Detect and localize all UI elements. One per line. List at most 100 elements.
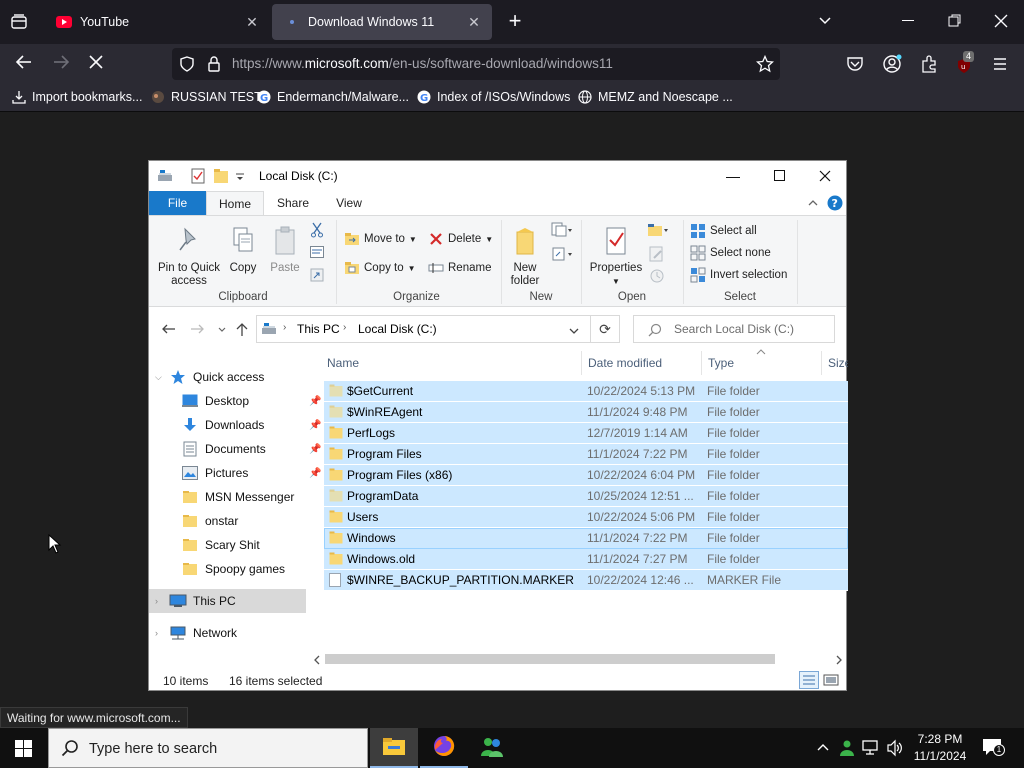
new-tab-button[interactable]: + — [504, 10, 526, 32]
move-to-button[interactable]: Move to ▼ — [344, 231, 417, 247]
file-row[interactable]: Users 10/22/2024 5:06 PM File folder — [324, 507, 848, 528]
invert-selection-button[interactable]: Invert selection — [690, 267, 787, 283]
address-dropdown-icon[interactable] — [569, 325, 579, 339]
url-bar[interactable]: https://www.microsoft.com/en-us/software… — [172, 48, 780, 80]
copy-path-icon[interactable] — [310, 246, 324, 261]
pin-to-quick-access-button[interactable]: Pin to Quick access — [155, 226, 223, 288]
column-header-date-modified[interactable]: Date modified — [588, 351, 662, 375]
select-all-button[interactable]: Select all — [690, 223, 757, 239]
nav-documents[interactable]: Documents 📌 — [181, 437, 321, 461]
file-row[interactable]: PerfLogs 12/7/2019 1:14 AM File folder — [324, 423, 848, 444]
address-bar[interactable]: › This PC › Local Disk (C:) — [256, 315, 620, 343]
scrollbar-thumb[interactable] — [325, 654, 775, 664]
close-tab-icon[interactable]: ✕ — [244, 14, 260, 30]
cut-icon[interactable] — [310, 222, 324, 241]
file-row[interactable]: $WINRE_BACKUP_PARTITION.MARKER 10/22/202… — [324, 570, 848, 591]
bookmark-index-isos[interactable]: G Index of /ISOs/Windows — [417, 90, 570, 104]
paste-shortcut-icon[interactable] — [310, 268, 324, 285]
edit-icon[interactable] — [649, 246, 665, 265]
details-view-icon[interactable] — [799, 671, 819, 689]
column-separator[interactable] — [821, 351, 822, 375]
file-row[interactable]: Program Files (x86) 10/22/2024 6:04 PM F… — [324, 465, 848, 486]
file-row[interactable]: Program Files 11/1/2024 7:22 PM File fol… — [324, 444, 848, 465]
column-header-type[interactable]: Type — [708, 351, 734, 375]
nav-network[interactable]: › Network — [155, 621, 237, 645]
file-row[interactable]: $GetCurrent 10/22/2024 5:13 PM File fold… — [324, 381, 848, 402]
list-all-tabs-icon[interactable] — [816, 12, 834, 30]
refresh-icon[interactable]: ⟳ — [590, 315, 620, 343]
nav-desktop[interactable]: Desktop 📌 — [181, 389, 321, 413]
properties-button[interactable]: Properties ▼ — [587, 226, 645, 288]
bookmark-import[interactable]: Import bookmarks... — [12, 90, 142, 104]
back-arrow-icon[interactable] — [161, 323, 177, 338]
quick-access-new-folder-icon[interactable] — [213, 168, 229, 187]
menu-hamburger-icon[interactable] — [992, 56, 1008, 75]
column-separator[interactable] — [581, 351, 582, 375]
rename-button[interactable]: Rename — [428, 260, 491, 276]
new-folder-button[interactable]: New folder — [505, 226, 545, 288]
horizontal-scrollbar[interactable] — [311, 651, 847, 667]
close-tab-icon[interactable]: ✕ — [466, 14, 482, 30]
tab-download-windows[interactable]: Download Windows 11 ✕ — [272, 4, 492, 40]
file-row[interactable]: ProgramData 10/25/2024 12:51 ... File fo… — [324, 486, 848, 507]
tab-view[interactable]: View — [324, 191, 374, 215]
nav-scary-shit[interactable]: Scary Shit — [181, 533, 260, 557]
expand-chevron-icon[interactable]: › — [155, 628, 169, 638]
taskbar-clock[interactable]: 7:28 PM 11/1/2024 — [908, 731, 972, 765]
breadcrumb-local-disk[interactable]: Local Disk (C:) — [358, 322, 437, 336]
nav-onstar[interactable]: onstar — [181, 509, 238, 533]
up-arrow-icon[interactable] — [235, 321, 249, 340]
ublock-origin-icon[interactable]: u 4 — [954, 51, 976, 75]
network-tray-icon[interactable] — [862, 739, 880, 760]
bookmark-star-icon[interactable] — [755, 54, 775, 76]
bookmark-russian-test[interactable]: RUSSIAN TEST — [151, 90, 262, 104]
new-item-icon[interactable] — [551, 222, 573, 241]
explorer-close-icon[interactable] — [802, 161, 848, 191]
nav-quick-access[interactable]: ⌵ Quick access — [155, 365, 264, 389]
taskbar-file-explorer[interactable] — [370, 728, 418, 768]
stop-loading-icon[interactable] — [83, 52, 109, 76]
column-header-name[interactable]: Name — [327, 351, 359, 375]
explorer-minimize-icon[interactable]: — — [710, 161, 756, 191]
start-windows-icon[interactable] — [15, 740, 32, 760]
tab-list-icon[interactable] — [10, 14, 28, 30]
tab-share[interactable]: Share — [267, 191, 319, 215]
forward-arrow-icon[interactable] — [189, 323, 205, 338]
bookmark-endermanch[interactable]: G Endermanch/Malware... — [257, 90, 409, 104]
notification-center-icon[interactable]: 1 — [982, 738, 1005, 758]
tab-home[interactable]: Home — [206, 191, 264, 215]
restore-window-icon[interactable] — [948, 14, 962, 28]
taskbar-firefox[interactable] — [420, 728, 468, 768]
minimize-window-icon[interactable] — [902, 20, 914, 21]
quick-access-properties-icon[interactable] — [191, 168, 205, 187]
recent-locations-chevron-icon[interactable] — [217, 324, 227, 338]
tab-file[interactable]: File — [149, 191, 206, 215]
scroll-left-arrow-icon[interactable] — [313, 654, 321, 668]
url-text[interactable]: https://www.microsoft.com/en-us/software… — [232, 56, 613, 71]
column-header-size[interactable]: Size — [828, 351, 848, 375]
customize-toolbar-chevron-icon[interactable] — [235, 171, 245, 185]
copy-to-button[interactable]: Copy to ▼ — [344, 260, 416, 276]
volume-icon[interactable] — [886, 739, 904, 760]
scroll-right-arrow-icon[interactable] — [835, 654, 843, 668]
tracking-protection-shield-icon[interactable] — [180, 56, 194, 75]
extensions-icon[interactable] — [920, 55, 938, 76]
nav-downloads[interactable]: Downloads 📌 — [181, 413, 321, 437]
nav-spoopy-games[interactable]: Spoopy games — [181, 557, 285, 581]
easy-access-icon[interactable] — [551, 246, 573, 265]
expand-chevron-icon[interactable]: ⌵ — [155, 372, 169, 383]
file-row[interactable]: Windows 11/1/2024 7:22 PM File folder — [324, 528, 848, 549]
file-row[interactable]: $WinREAgent 11/1/2024 9:48 PM File folde… — [324, 402, 848, 423]
copy-button[interactable]: Copy — [225, 226, 261, 275]
msn-tray-icon[interactable] — [838, 739, 856, 760]
open-icon[interactable] — [647, 222, 669, 241]
large-icons-view-icon[interactable] — [823, 672, 839, 691]
explorer-maximize-icon[interactable] — [756, 161, 802, 191]
close-window-icon[interactable] — [994, 14, 1008, 28]
nav-pictures[interactable]: Pictures 📌 — [181, 461, 321, 485]
column-separator[interactable] — [701, 351, 702, 375]
search-box[interactable]: Search Local Disk (C:) — [633, 315, 835, 343]
breadcrumb-this-pc[interactable]: This PC — [297, 322, 340, 336]
taskbar-search-box[interactable]: Type here to search — [48, 728, 368, 768]
lock-icon[interactable] — [208, 56, 220, 75]
